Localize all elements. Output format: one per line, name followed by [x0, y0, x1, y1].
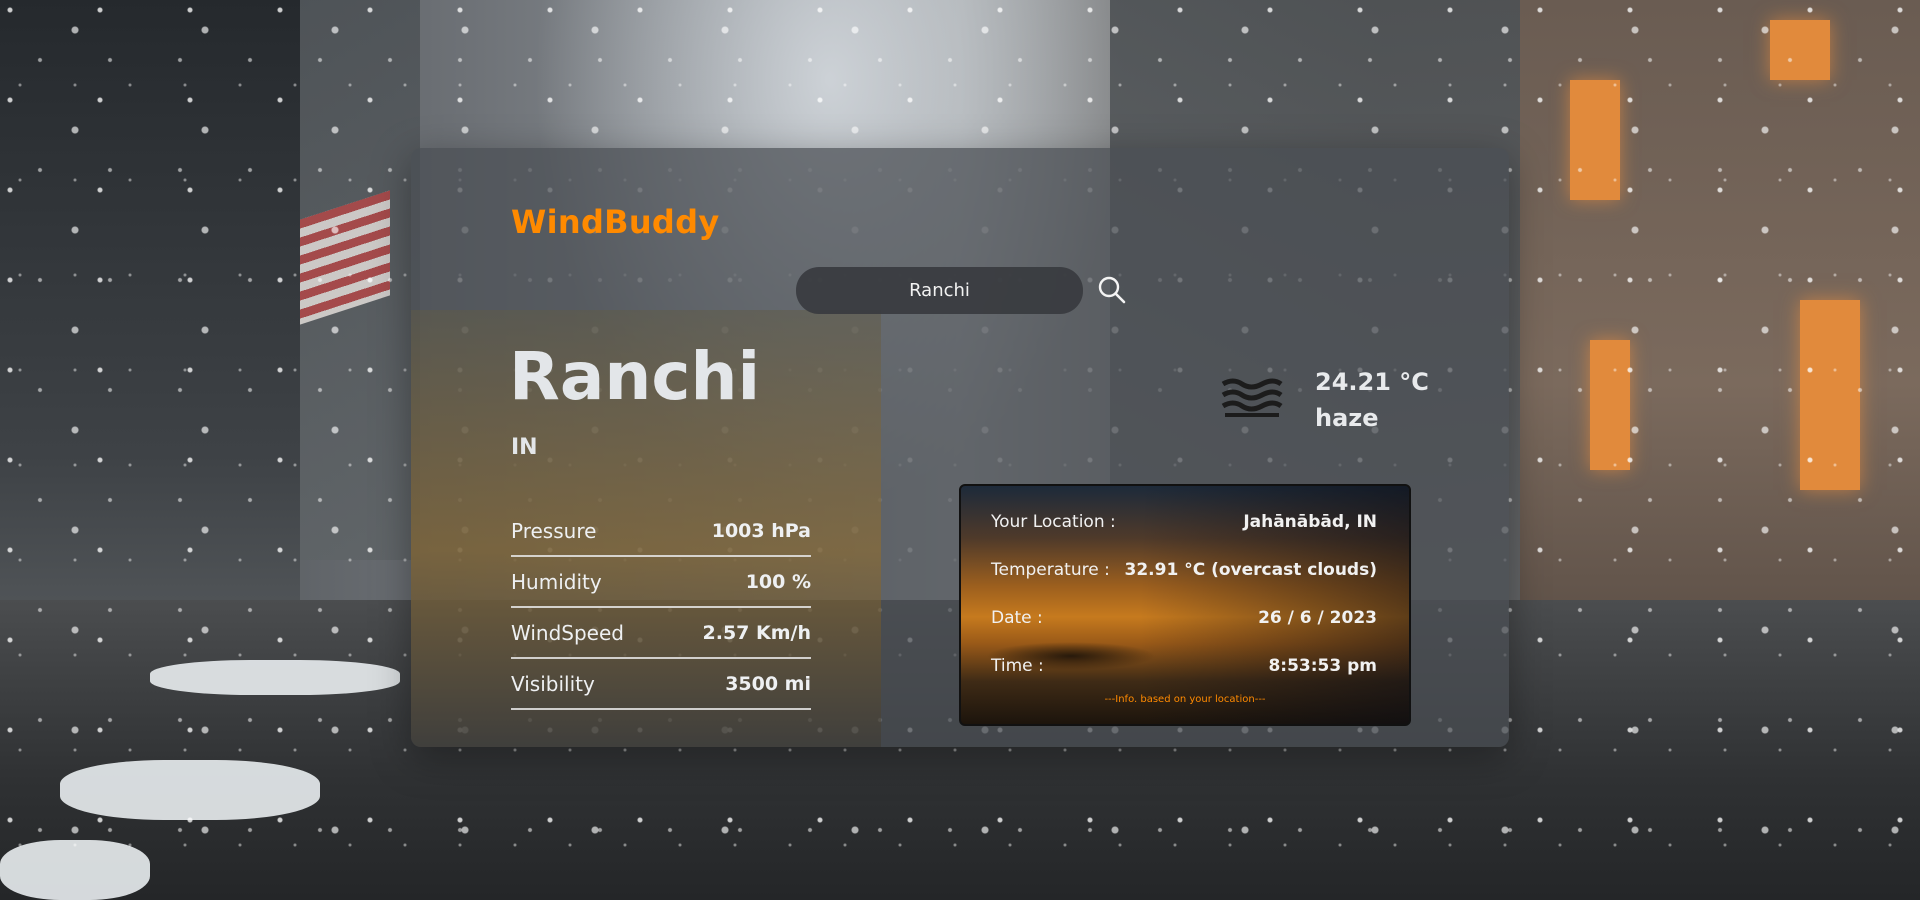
search-icon — [1098, 276, 1126, 303]
location-value: Jahānābād, IN — [1243, 512, 1377, 532]
current-weather: 24.21 °C haze — [1315, 364, 1429, 436]
stat-humidity: Humidity 100 % — [511, 557, 811, 608]
search-input[interactable] — [796, 267, 1083, 314]
time-value: 8:53:53 pm — [1268, 656, 1377, 676]
time-row: Time : 8:53:53 pm — [991, 656, 1377, 676]
stat-label: Humidity — [511, 569, 602, 594]
brand-logo[interactable]: WindBuddy — [511, 203, 720, 241]
location-label: Your Location : — [991, 512, 1116, 532]
date-row: Date : 26 / 6 / 2023 — [991, 608, 1377, 628]
stat-value: 3500 mi — [725, 672, 811, 695]
stat-value: 100 % — [745, 570, 811, 593]
stat-value: 1003 hPa — [711, 519, 811, 542]
temperature-row: Temperature : 32.91 °C (overcast clouds) — [991, 560, 1377, 580]
weather-card: WindBuddy Ranchi IN Pressure 1003 hPa Hu… — [411, 148, 1509, 747]
time-label: Time : — [991, 656, 1044, 676]
stat-label: Visibility — [511, 671, 595, 696]
stat-label: WindSpeed — [511, 620, 624, 645]
temperature-value: 32.91 °C (overcast clouds) — [1124, 560, 1378, 580]
stats-list: Pressure 1003 hPa Humidity 100 % WindSpe… — [511, 506, 811, 710]
stat-label: Pressure — [511, 518, 597, 543]
search-button[interactable] — [1094, 273, 1130, 309]
date-label: Date : — [991, 608, 1043, 628]
stat-value: 2.57 Km/h — [702, 621, 811, 644]
current-temperature: 24.21 °C — [1315, 368, 1429, 396]
location-row: Your Location : Jahānābād, IN — [991, 512, 1377, 532]
country-code: IN — [511, 435, 538, 460]
temperature-label: Temperature : — [991, 560, 1110, 580]
location-info-card: Your Location : Jahānābād, IN Temperatur… — [959, 484, 1411, 726]
location-note: ---Info. based on your location--- — [1104, 694, 1266, 705]
haze-icon — [1221, 378, 1283, 417]
stat-visibility: Visibility 3500 mi — [511, 659, 811, 710]
date-value: 26 / 6 / 2023 — [1258, 608, 1377, 628]
current-condition: haze — [1315, 404, 1379, 432]
city-name: Ranchi — [509, 338, 761, 415]
stat-pressure: Pressure 1003 hPa — [511, 506, 811, 557]
stat-windspeed: WindSpeed 2.57 Km/h — [511, 608, 811, 659]
